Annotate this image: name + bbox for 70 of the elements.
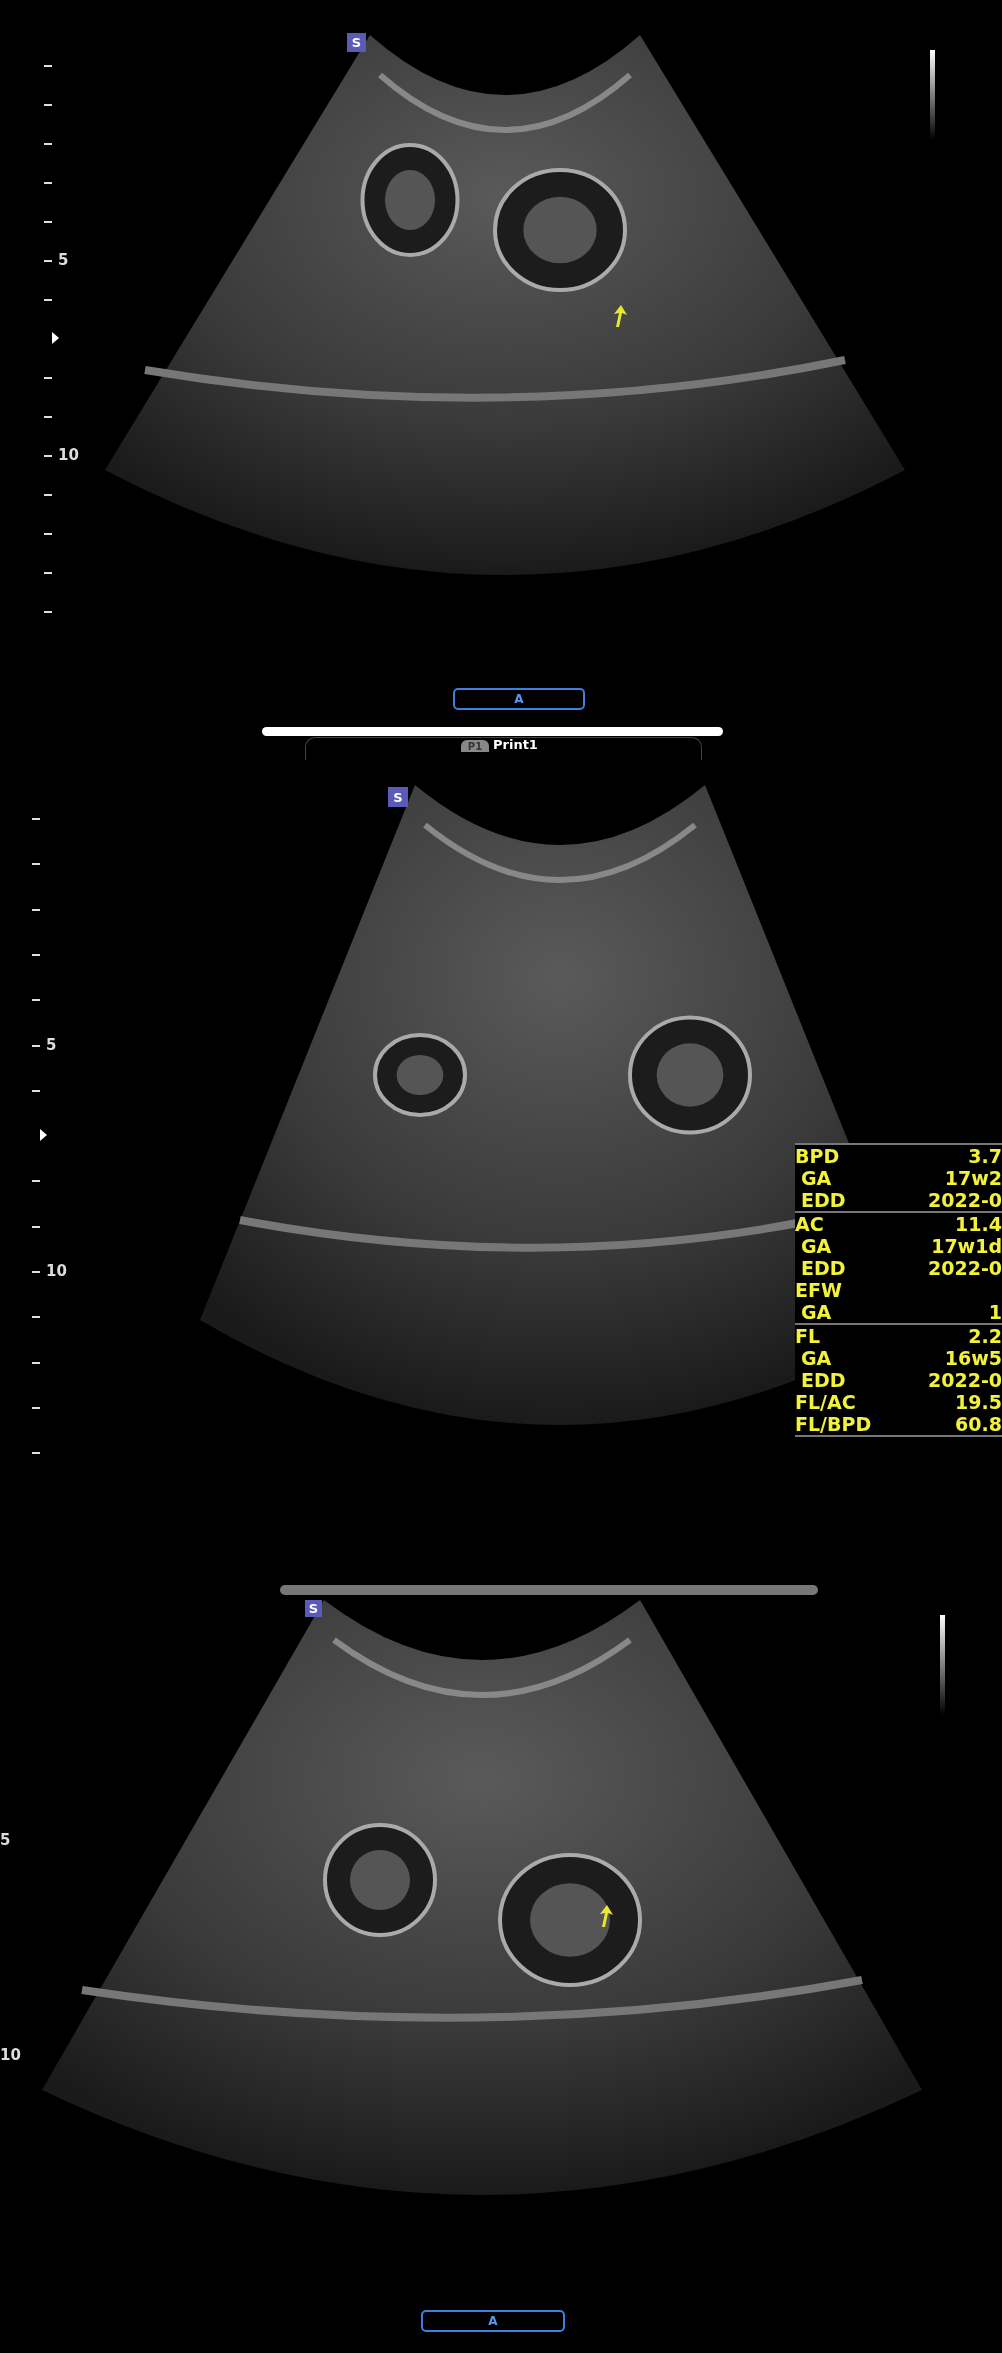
measurement-label: EDD (800, 1257, 846, 1279)
depth-tick (44, 455, 52, 457)
depth-tick (32, 1316, 40, 1319)
depth-label: 5 (58, 252, 69, 268)
measurement-value: 2022-0 (928, 1257, 1002, 1279)
measurement-value: 19.5 (955, 1391, 1002, 1413)
depth-tick (44, 299, 52, 301)
depth-tick (44, 182, 52, 184)
depth-tick (44, 416, 52, 418)
scan-mode-badge: S (388, 787, 408, 807)
depth-tick (44, 611, 52, 613)
measurement-label: FL/AC (795, 1391, 856, 1413)
depth-tick (32, 1180, 40, 1183)
measurement-value: 1 (988, 1301, 1002, 1323)
measurement-value: 2.2 (968, 1325, 1002, 1347)
measurement-value: 3.7 (968, 1145, 1002, 1167)
measurement-value: 17w1d (931, 1235, 1002, 1257)
scan-mode-badge: S (305, 1600, 322, 1617)
depth-tick (32, 1271, 40, 1273)
measurement-value: 17w2 (944, 1167, 1002, 1189)
depth-tick (32, 953, 40, 956)
depth-label: 5 (0, 1832, 11, 1848)
depth-tick (32, 1089, 40, 1092)
measurement-label: GA (800, 1347, 832, 1369)
measurement-label: BPD (795, 1145, 840, 1167)
depth-tick (44, 65, 52, 67)
measurement-value: 2022-0 (928, 1369, 1002, 1391)
depth-tick (32, 1406, 40, 1409)
depth-tick (32, 818, 40, 820)
measurement-label: FL/BPD (795, 1413, 872, 1435)
depth-label: 10 (58, 447, 79, 463)
measurement-label: GA (800, 1301, 832, 1323)
depth-tick (44, 260, 52, 262)
depth-tick (44, 572, 52, 574)
depth-tick (32, 1452, 40, 1455)
depth-tick (32, 863, 40, 866)
depth-tick (32, 1225, 40, 1228)
measurement-label: GA (800, 1235, 832, 1257)
mode-button[interactable]: A (421, 2310, 565, 2332)
print-badge: P1 (461, 740, 489, 752)
depth-tick (44, 104, 52, 106)
depth-tick (44, 494, 52, 496)
focus-marker-icon (40, 1129, 47, 1142)
arrow-icon (612, 305, 628, 327)
depth-tick (32, 908, 40, 911)
depth-tick (32, 999, 40, 1002)
depth-label: 5 (46, 1036, 57, 1053)
depth-tick (32, 1361, 40, 1364)
depth-tick (44, 377, 52, 379)
print-tab[interactable]: Print1 (493, 737, 538, 753)
scan-mode-badge: S (347, 33, 366, 52)
depth-tick (32, 1044, 40, 1047)
measurement-label: AC (795, 1213, 824, 1235)
mode-button[interactable]: A (453, 688, 585, 710)
measurement-value: 16w5 (944, 1347, 1002, 1369)
depth-label: 10 (0, 2047, 21, 2063)
measurement-value: 60.8 (955, 1413, 1002, 1435)
measurement-label: FL (795, 1325, 821, 1347)
depth-tick (44, 143, 52, 145)
arrow-icon (598, 1905, 614, 1927)
measurement-label: EDD (800, 1189, 846, 1211)
measurement-label: GA (800, 1167, 832, 1189)
depth-tick (44, 533, 52, 535)
depth-tick (44, 221, 52, 223)
measurement-value: 2022-0 (928, 1189, 1002, 1211)
focus-marker-icon (52, 332, 59, 344)
measurement-value: 11.4 (955, 1213, 1002, 1235)
measurement-label: EFW (795, 1279, 842, 1301)
measurement-label: EDD (800, 1369, 846, 1391)
depth-label: 10 (46, 1263, 67, 1279)
